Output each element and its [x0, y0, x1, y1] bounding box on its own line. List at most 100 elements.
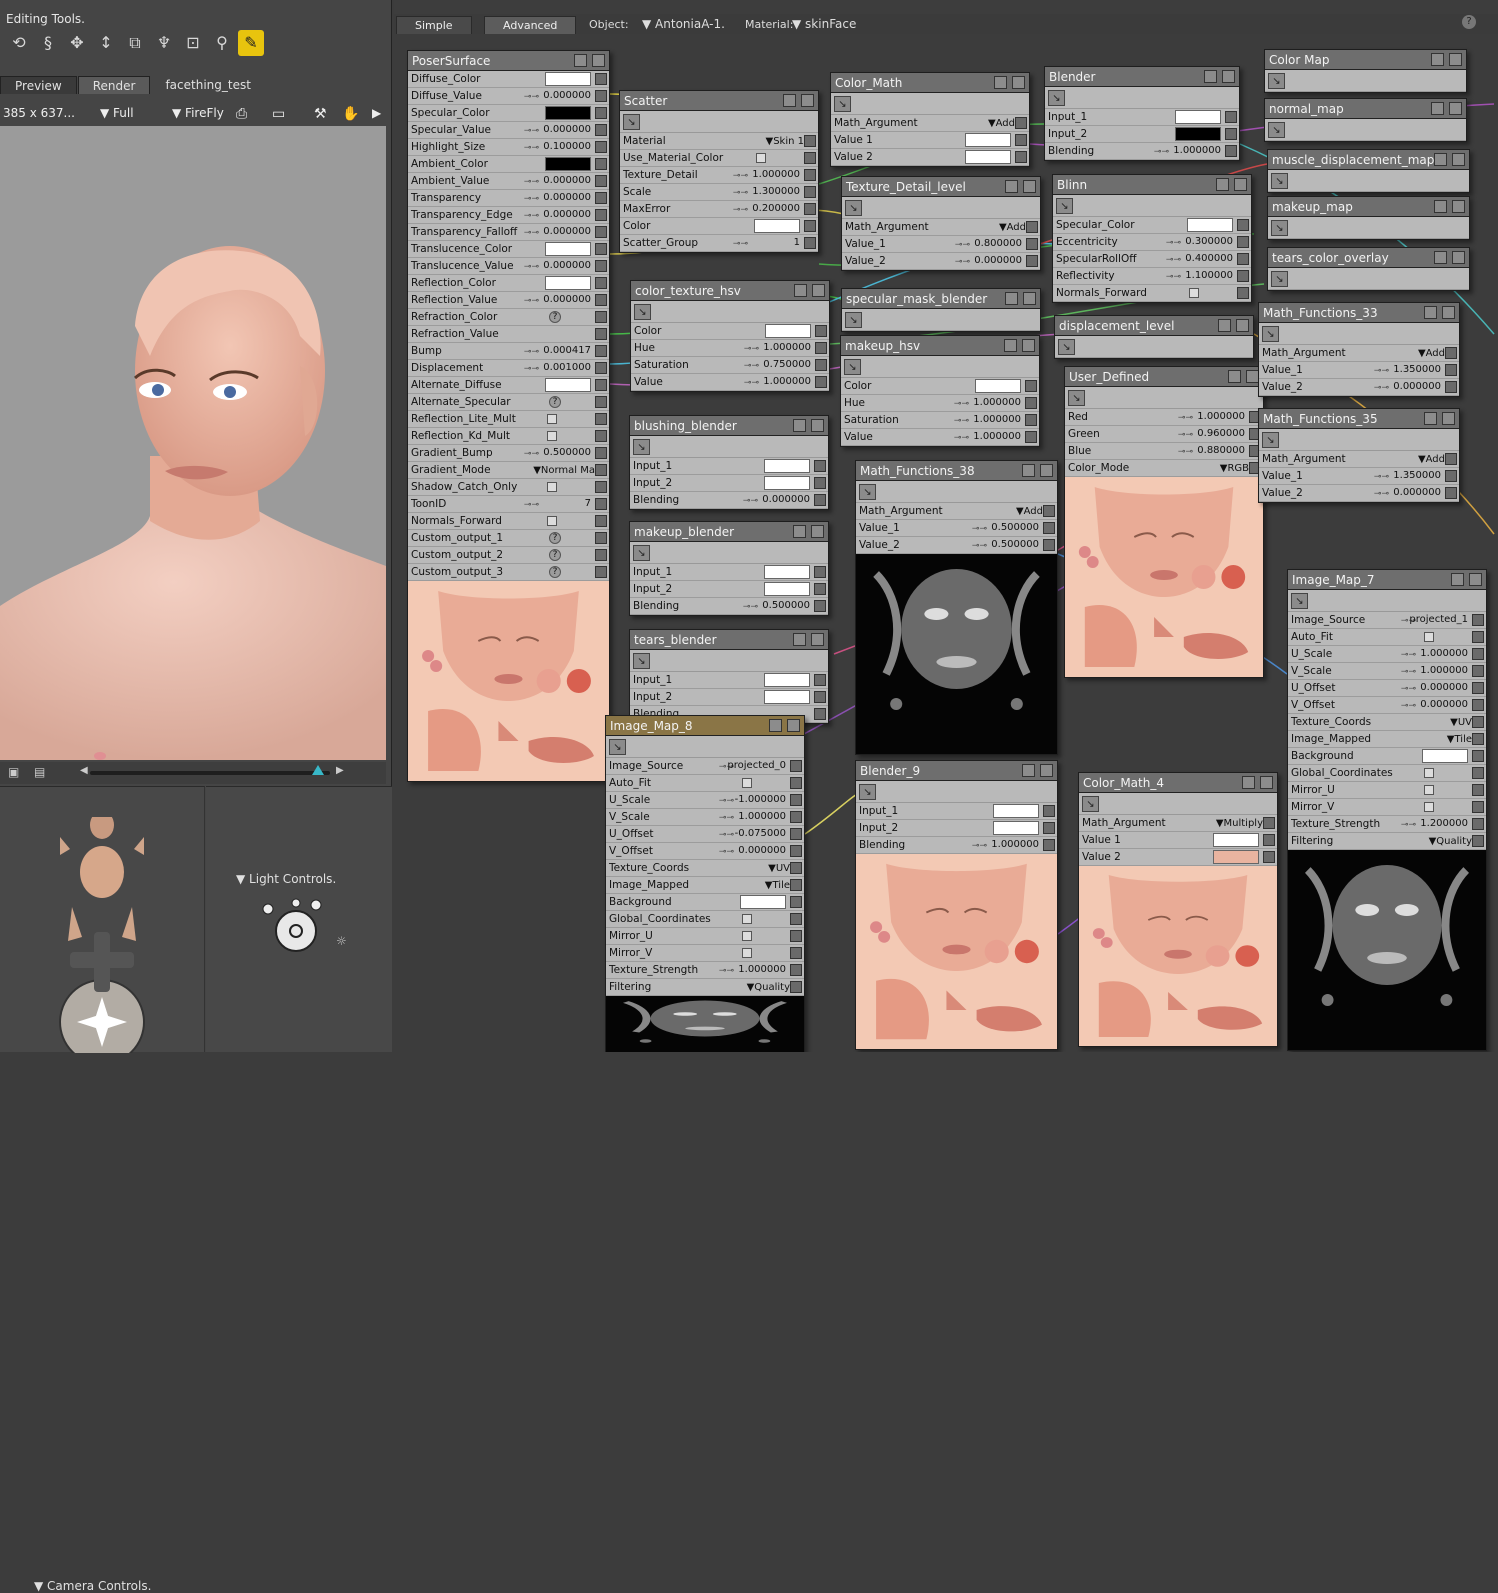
- node-options-icon[interactable]: [1228, 370, 1241, 383]
- unconnected-icon[interactable]: ?: [549, 566, 561, 578]
- node-collapse-icon[interactable]: [801, 94, 814, 107]
- dial-icon[interactable]: ⊸⊸: [733, 185, 748, 201]
- plug-icon[interactable]: [804, 169, 816, 181]
- node-collapse-icon[interactable]: [811, 525, 824, 538]
- node-header[interactable]: color_texture_hsv: [631, 281, 829, 301]
- plug-icon[interactable]: [1472, 665, 1484, 677]
- node-param-v-scale[interactable]: V_Scale ⊸⊸ 1.000000: [1288, 663, 1486, 680]
- node-param-texture-strength[interactable]: Texture_Strength ⊸⊸ 1.200000: [1288, 816, 1486, 833]
- param-value[interactable]: 1.000000: [973, 413, 1021, 427]
- param-value[interactable]: projected_0: [727, 759, 786, 773]
- sun-icon[interactable]: ☼: [336, 934, 347, 948]
- arrow-right-icon[interactable]: ▶: [372, 106, 381, 120]
- param-checkbox[interactable]: [742, 778, 752, 788]
- dial-icon[interactable]: ⊸⊸: [733, 168, 748, 184]
- plug-icon[interactable]: [1472, 682, 1484, 694]
- morphing-tool-icon[interactable]: ✎: [238, 30, 264, 56]
- plug-icon[interactable]: [595, 73, 607, 85]
- plug-icon[interactable]: [1043, 522, 1055, 534]
- plug-icon[interactable]: [595, 192, 607, 204]
- node-header[interactable]: specular_mask_blender: [842, 289, 1040, 309]
- plug-icon[interactable]: [595, 532, 607, 544]
- node-preview-icon[interactable]: ↘: [859, 484, 876, 500]
- node-param-v-offset[interactable]: V_Offset ⊸⊸ 0.000000: [606, 843, 804, 860]
- node-param-input-2[interactable]: Input_2: [630, 475, 828, 492]
- node-preview-icon[interactable]: ↘: [1058, 339, 1075, 355]
- node-param-input-1[interactable]: Input_1: [630, 672, 828, 689]
- camera-controls-widget[interactable]: [30, 817, 180, 1053]
- node-param-color[interactable]: Color: [841, 378, 1039, 395]
- node-options-icon[interactable]: [1434, 153, 1447, 166]
- color-swatch[interactable]: [764, 673, 810, 687]
- plug-icon[interactable]: [1472, 784, 1484, 796]
- plug-icon[interactable]: [595, 345, 607, 357]
- node-param-input-2[interactable]: Input_2: [630, 689, 828, 706]
- slider-right-icon[interactable]: ▶: [336, 765, 344, 776]
- plug-icon[interactable]: [1445, 347, 1457, 359]
- shader-node-Color_Math[interactable]: Color_Math ↘ Math_Argument ▼Add Value 1 Value…: [830, 72, 1030, 167]
- node-param-u-scale[interactable]: U_Scale ⊸⊸ 1.000000: [1288, 646, 1486, 663]
- plug-icon[interactable]: [595, 226, 607, 238]
- node-param-blending[interactable]: Blending ⊸⊸ 1.000000: [856, 837, 1057, 854]
- rotate-icon[interactable]: ⟲: [6, 30, 32, 56]
- param-value[interactable]: 1.000000: [752, 168, 800, 182]
- plug-icon[interactable]: [595, 158, 607, 170]
- plug-icon[interactable]: [1263, 834, 1275, 846]
- shader-node-Math_Functions_38[interactable]: Math_Functions_38 ↘ Math_Argument ▼Add Value…: [855, 460, 1058, 755]
- shader-node-color_texture_hsv[interactable]: color_texture_hsv ↘ Color Hue ⊸⊸ 1.000000 Satu…: [630, 280, 830, 392]
- render-engine-dropdown[interactable]: ▼ FireFly: [172, 106, 224, 120]
- node-param-blending[interactable]: Blending ⊸⊸ 0.500000: [630, 598, 828, 615]
- param-value[interactable]: 0.000000: [1393, 486, 1441, 500]
- plug-icon[interactable]: [1237, 270, 1249, 282]
- light-controls-widget[interactable]: ☼: [258, 897, 358, 967]
- param-value[interactable]: 0.000000: [1420, 698, 1468, 712]
- plug-icon[interactable]: [595, 124, 607, 136]
- color-swatch[interactable]: [764, 690, 810, 704]
- node-preview-icon[interactable]: ↘: [834, 96, 851, 112]
- plug-icon[interactable]: [1237, 287, 1249, 299]
- shader-node-Blender_9[interactable]: Blender_9 ↘ Input_1 Input_2 Blending ⊸⊸ 1.0000…: [855, 760, 1058, 1050]
- dial-icon[interactable]: ⊸⊸: [1166, 252, 1181, 268]
- param-checkbox[interactable]: [1424, 785, 1434, 795]
- node-param-material[interactable]: Material ▼Skin 1: [620, 133, 818, 150]
- dial-icon[interactable]: ⊸⊸: [719, 793, 734, 809]
- node-options-icon[interactable]: [1005, 292, 1018, 305]
- plug-icon[interactable]: [790, 777, 802, 789]
- param-value[interactable]: 0.000000: [543, 123, 591, 137]
- color-swatch[interactable]: [545, 157, 591, 171]
- plug-icon[interactable]: [1237, 236, 1249, 248]
- node-param-background[interactable]: Background: [1288, 748, 1486, 765]
- param-checkbox[interactable]: [1424, 802, 1434, 812]
- param-dropdown[interactable]: ▼Skin 1: [766, 134, 805, 150]
- param-value[interactable]: 1.200000: [1420, 817, 1468, 831]
- param-value[interactable]: 1.000000: [1420, 647, 1468, 661]
- node-collapse-icon[interactable]: [1452, 200, 1465, 213]
- node-param-value-2[interactable]: Value_2 ⊸⊸ 0.000000: [1259, 379, 1459, 396]
- node-param-transparency-edge[interactable]: Transparency_Edge ⊸⊸ 0.000000: [408, 207, 609, 224]
- param-checkbox[interactable]: [742, 914, 752, 924]
- plug-icon[interactable]: [595, 311, 607, 323]
- node-param-u-offset[interactable]: U_Offset ⊸⊸ 0.000000: [1288, 680, 1486, 697]
- help-icon[interactable]: ?: [1462, 15, 1476, 29]
- param-dropdown[interactable]: ▼Normal Ma: [533, 463, 595, 479]
- render-mode-dropdown[interactable]: ▼ Full: [100, 106, 134, 120]
- plug-icon[interactable]: [1472, 801, 1484, 813]
- node-param-color[interactable]: Color: [631, 323, 829, 340]
- display-style-icon[interactable]: ▣: [8, 765, 19, 779]
- plug-icon[interactable]: [595, 141, 607, 153]
- node-param-value-1[interactable]: Value 1: [831, 132, 1029, 149]
- dial-icon[interactable]: ⊸⊸: [955, 237, 970, 253]
- param-dropdown[interactable]: ▼Tile: [765, 878, 790, 894]
- dial-icon[interactable]: ⊸⊸: [524, 259, 539, 275]
- node-preview-icon[interactable]: ↘: [1262, 326, 1279, 342]
- node-options-icon[interactable]: [1005, 180, 1018, 193]
- node-param-green[interactable]: Green ⊸⊸ 0.960000: [1065, 426, 1263, 443]
- dial-icon[interactable]: ⊸⊸: [744, 341, 759, 357]
- node-options-icon[interactable]: [1434, 251, 1447, 264]
- node-param-global-coordinates[interactable]: Global_Coordinates: [606, 911, 804, 928]
- object-dropdown[interactable]: ▼ AntoniaA-1.: [642, 17, 725, 31]
- plug-icon[interactable]: [1043, 805, 1055, 817]
- param-value[interactable]: 0.500000: [991, 521, 1039, 535]
- shader-node-blushing_blender[interactable]: blushing_blender ↘ Input_1 Input_2 Blending ⊸…: [629, 415, 829, 510]
- dial-icon[interactable]: ⊸⊸: [1178, 427, 1193, 443]
